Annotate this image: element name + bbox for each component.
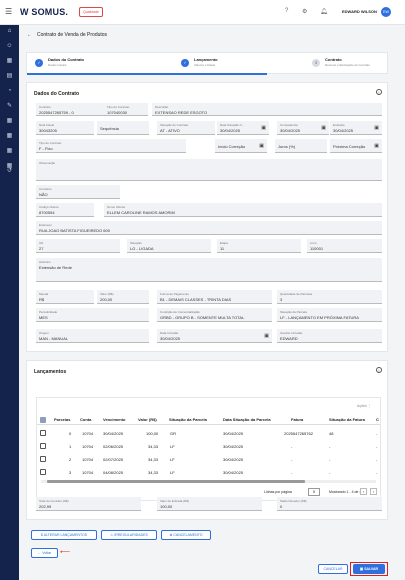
proxima-correcao-field[interactable]: Próxima Correção ▣ <box>330 139 382 153</box>
dados-contrato-section: Dados do Contrato i Contrato 202554726575… <box>26 82 388 352</box>
page-title-row: ← Contrato de Venda de Produtos <box>27 32 107 38</box>
rows-per-page-select[interactable]: 5 <box>308 488 320 496</box>
valor-entrada-field: Valor de Entrada (R$) 100,00 <box>157 497 262 511</box>
step-number: 3 <box>312 59 320 67</box>
voltar-button[interactable]: ← Voltar <box>31 548 58 558</box>
users-icon[interactable]: ☺ <box>5 42 14 51</box>
apps-icon[interactable]: ▦ <box>5 117 14 126</box>
help-icon[interactable]: ? <box>285 8 288 14</box>
total-contrato-field: Total do Contrato (R$) 202,99 <box>36 497 141 511</box>
irregularidades-button[interactable]: ⚠ IRREGULARIDADES <box>101 530 157 540</box>
section-title: Lançamentos <box>34 369 67 375</box>
annotation-arrow-icon: ⟵ <box>60 549 71 556</box>
user-name[interactable]: EDWARD WILSON <box>342 9 377 14</box>
etapa-field[interactable]: Etapa 11 <box>217 239 301 253</box>
hamburger-menu-icon[interactable]: ☰ <box>5 7 12 16</box>
avatar[interactable]: EW <box>381 7 391 17</box>
calendar-icon: ▣ <box>374 125 379 131</box>
back-arrow-icon[interactable]: ← <box>27 32 32 38</box>
settings-icon[interactable]: ⚙ <box>302 8 307 15</box>
acoes-menu[interactable]: Ações ⋮ <box>357 404 371 408</box>
bell-icon[interactable]: 🔔︎ <box>320 8 328 15</box>
ud-field[interactable]: UD 27 <box>36 239 120 253</box>
home-icon[interactable]: ⌂ <box>5 27 14 36</box>
sidebar: ⌂ ☺ ▦ ▤ ◔ ✎ ▦ ▦ ▦ ▦ ↺ <box>0 0 19 580</box>
periodicidade-field[interactable]: Periodicidade MES <box>36 308 149 322</box>
calendar-icon: ▣ <box>261 125 266 131</box>
nome-cliente-field[interactable]: Nome Cliente ELLEM CAROLINE RAMOS AMORIM <box>104 203 382 217</box>
calendar-icon: ▣ <box>259 143 264 149</box>
step-progress-bar <box>27 73 267 75</box>
quantidade-parcelas-field[interactable]: Quantidade de Parcelas 3 <box>277 290 382 304</box>
codigo-cliente-field[interactable]: Código Cliente 8700554 <box>36 203 94 217</box>
salvar-button[interactable]: ▣ SALVAR <box>353 564 385 574</box>
inicio-correcao-field[interactable]: Início Correção ▣ <box>215 139 267 153</box>
step-subtitle: Resumo e Efetivação do Contrato <box>325 63 371 67</box>
pagination-range: Mostrando 1 - 4 de 4 <box>329 490 362 494</box>
juros-field[interactable]: Juros (%) <box>275 139 327 153</box>
page-title: Contrato de Venda de Produtos <box>37 32 108 38</box>
tipo-contrato-code-field[interactable]: Tipo do Contrato 107040030 <box>104 103 148 116</box>
table-header: Parcelas Conta Vencimento Valor (R$) Sit… <box>37 414 380 425</box>
environment-badge: Qualidade <box>79 7 103 17</box>
tools-icon[interactable]: ✎ <box>5 102 14 111</box>
info-icon[interactable]: i <box>376 367 382 373</box>
info-icon[interactable]: i <box>376 89 382 95</box>
grid-icon[interactable]: ▦ <box>5 57 14 66</box>
nota-fiscal-field[interactable]: Nota Fiscal 30043205 <box>36 121 94 135</box>
chart-icon[interactable]: ▤ <box>5 72 14 81</box>
situacao-contrato-field[interactable]: Situação do Contrato AT - ATIVO <box>157 121 215 135</box>
emissao-field[interactable]: Emissão 30/04/2025 ▣ <box>330 121 382 135</box>
step-title: Lançamento <box>194 57 218 62</box>
apps2-icon[interactable]: ▦ <box>5 132 14 141</box>
calendar-icon: ▣ <box>321 125 326 131</box>
cancelamento-button[interactable]: ⊗ CANCELAMENTO <box>161 530 211 540</box>
stepper: ✓ Dados do Contrato Dados Gerais ✓ Lança… <box>26 52 388 75</box>
lancamentos-section: Lançamentos i Ações ⋮ Parcelas Conta Ven… <box>26 360 388 520</box>
prev-page-icon[interactable]: ‹ <box>360 488 368 495</box>
calendar-icon: ▣ <box>264 333 269 339</box>
sequencia-field[interactable]: Sequência <box>97 121 149 135</box>
usuario-inclusao-field[interactable]: Usuário Inclusão EDWARD <box>277 329 382 343</box>
observacao-field[interactable]: Observação <box>36 159 382 181</box>
select-all-checkbox[interactable] <box>40 417 46 423</box>
situacao-ligacao-field[interactable]: Situação LG - LIGADA <box>127 239 211 253</box>
calendar-icon: ▣ <box>374 143 379 149</box>
origem-field[interactable]: Origem MAN - MANUAL <box>36 329 149 343</box>
meter-icon[interactable]: ◔ <box>5 87 14 96</box>
horizontal-scrollbar[interactable] <box>41 480 376 483</box>
app-logo: W SOMUS. <box>20 7 69 17</box>
next-page-icon[interactable]: › <box>370 488 378 495</box>
forma-pagamento-field[interactable]: Forma de Pagamento B1 - DEMAIS CLASSES - … <box>157 290 272 304</box>
saldo-devedor-field: Saldo Devedor (R$) 0 <box>277 497 382 511</box>
convenio-field[interactable]: Convênio NÃO <box>36 185 120 199</box>
moeda-field[interactable]: Moeda R$ <box>36 290 94 304</box>
step-subtitle: Dados Gerais <box>48 63 67 67</box>
history-icon[interactable]: ↺ <box>5 167 14 176</box>
cancelar-button[interactable]: CANCELAR <box>318 564 348 574</box>
alterar-lancamentos-button[interactable]: $ ALTERAR LANÇAMENTOS <box>31 530 97 540</box>
competencia-field[interactable]: Competência 30/04/2025 ▣ <box>277 121 329 135</box>
apps3-icon[interactable]: ▦ <box>5 147 14 156</box>
section-title: Dados do Contrato <box>34 91 79 97</box>
historico-field[interactable]: Histórico Extensão de Rede <box>36 258 382 282</box>
valor-field[interactable]: Valor (R$) 200,00 <box>97 290 149 304</box>
tipo-contrato-field[interactable]: Tipo de Contrato F - Fixo <box>36 139 186 153</box>
condicao-comercializacao-field[interactable]: Condição de Comercialização GRBD - GRUPO … <box>157 308 272 322</box>
step-title: Dados do Contrato <box>48 57 84 62</box>
data-situacao-field[interactable]: Data Situação C... 30/04/2025 ▣ <box>217 121 269 135</box>
endereco-field[interactable]: Endereço RUA JOAO BATISTA FIGUEIREDO 600 <box>36 221 382 235</box>
topbar: ☰ W SOMUS. Qualidade ? ⚙ 🔔︎ EDWARD WILSO… <box>0 0 405 25</box>
step-subtitle: Valores e Datas <box>194 63 216 67</box>
rows-per-page-label: Linhas por página <box>264 490 292 494</box>
situacao-parcela-field[interactable]: Situação da Parcela LF - LANÇAMENTO EM PR… <box>277 308 382 322</box>
check-icon: ✓ <box>181 59 189 67</box>
check-icon: ✓ <box>35 59 43 67</box>
descricao-field[interactable]: Descrição EXTENSAO REDE ESGOTO <box>152 103 382 116</box>
lancamentos-table: Ações ⋮ Parcelas Conta Vencimento Valor … <box>36 397 381 501</box>
livro-field[interactable]: Livro 110001 <box>307 239 382 253</box>
data-inclusao-field[interactable]: Data Inclusão 30/04/2025 ▣ <box>157 329 272 343</box>
step-title: Contrato <box>325 57 342 62</box>
